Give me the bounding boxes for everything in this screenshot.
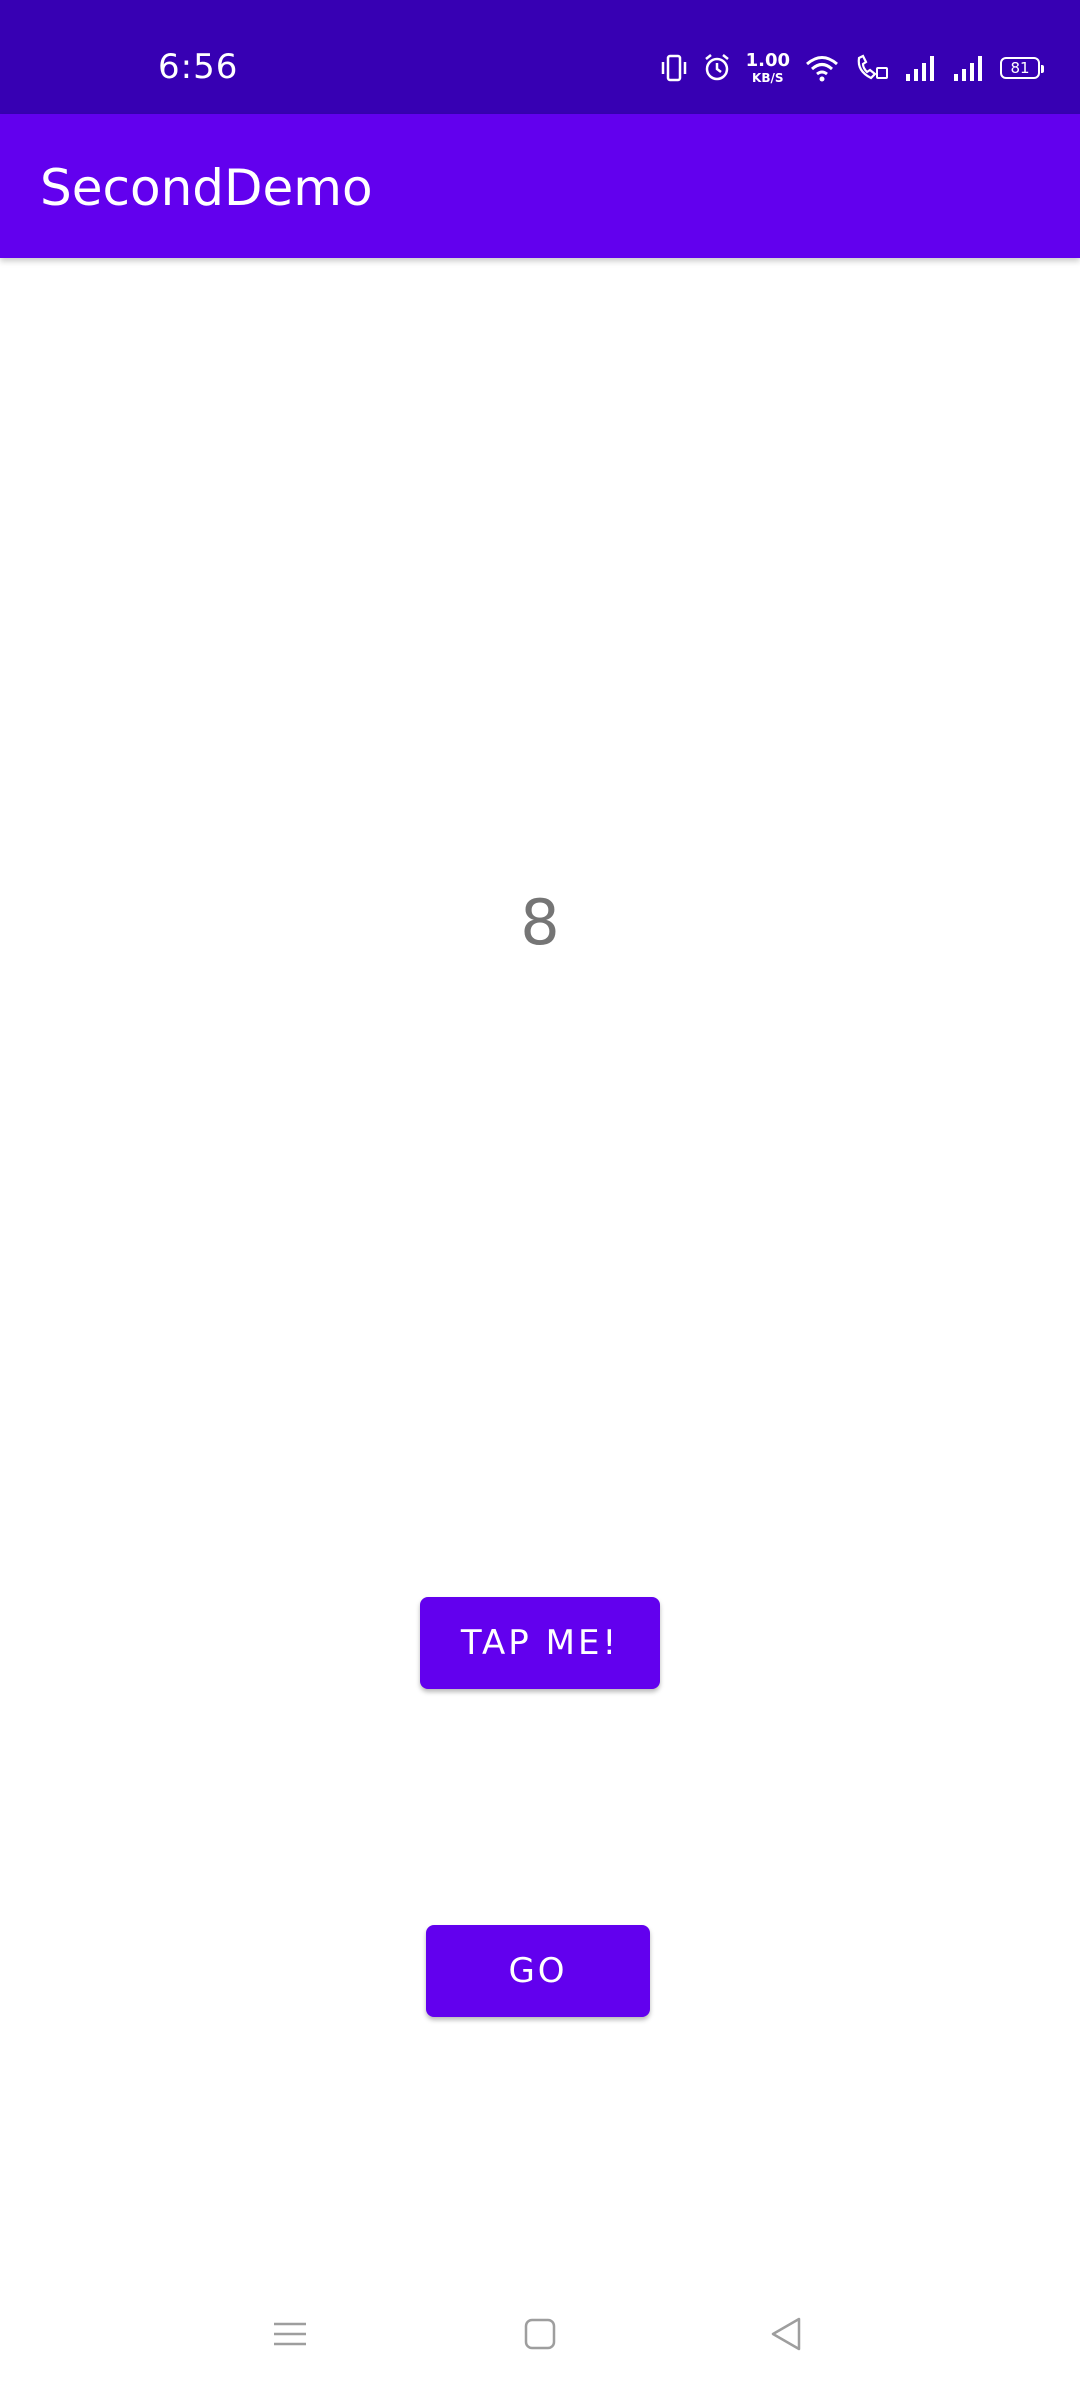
signal-icon — [904, 54, 938, 82]
vibrate-icon — [660, 53, 688, 83]
status-time: 6:56 — [158, 47, 239, 87]
app-bar: SecondDemo — [0, 114, 1080, 258]
back-icon[interactable] — [756, 2304, 816, 2364]
network-speed-value: 1.00 — [745, 50, 790, 71]
wifi-icon — [804, 53, 840, 83]
battery-icon: 81 — [1000, 57, 1044, 79]
status-icons: 1.00 KB/S 81 — [660, 48, 1044, 88]
network-speed-unit: KB/S — [752, 71, 784, 85]
go-button[interactable]: GO — [426, 1925, 650, 2017]
counter-text: 8 — [520, 886, 560, 959]
tap-me-button[interactable]: TAP ME! — [420, 1597, 660, 1689]
app-title: SecondDemo — [40, 159, 373, 217]
network-speed: 1.00 KB/S — [745, 50, 790, 85]
home-icon[interactable] — [510, 2304, 570, 2364]
navigation-bar — [0, 2280, 1080, 2400]
alarm-icon — [702, 53, 732, 83]
status-bar: 6:56 1.00 KB/S 81 — [0, 0, 1080, 114]
signal-icon — [952, 54, 986, 82]
wifi-calling-icon — [854, 53, 890, 83]
menu-icon[interactable] — [260, 2304, 320, 2364]
